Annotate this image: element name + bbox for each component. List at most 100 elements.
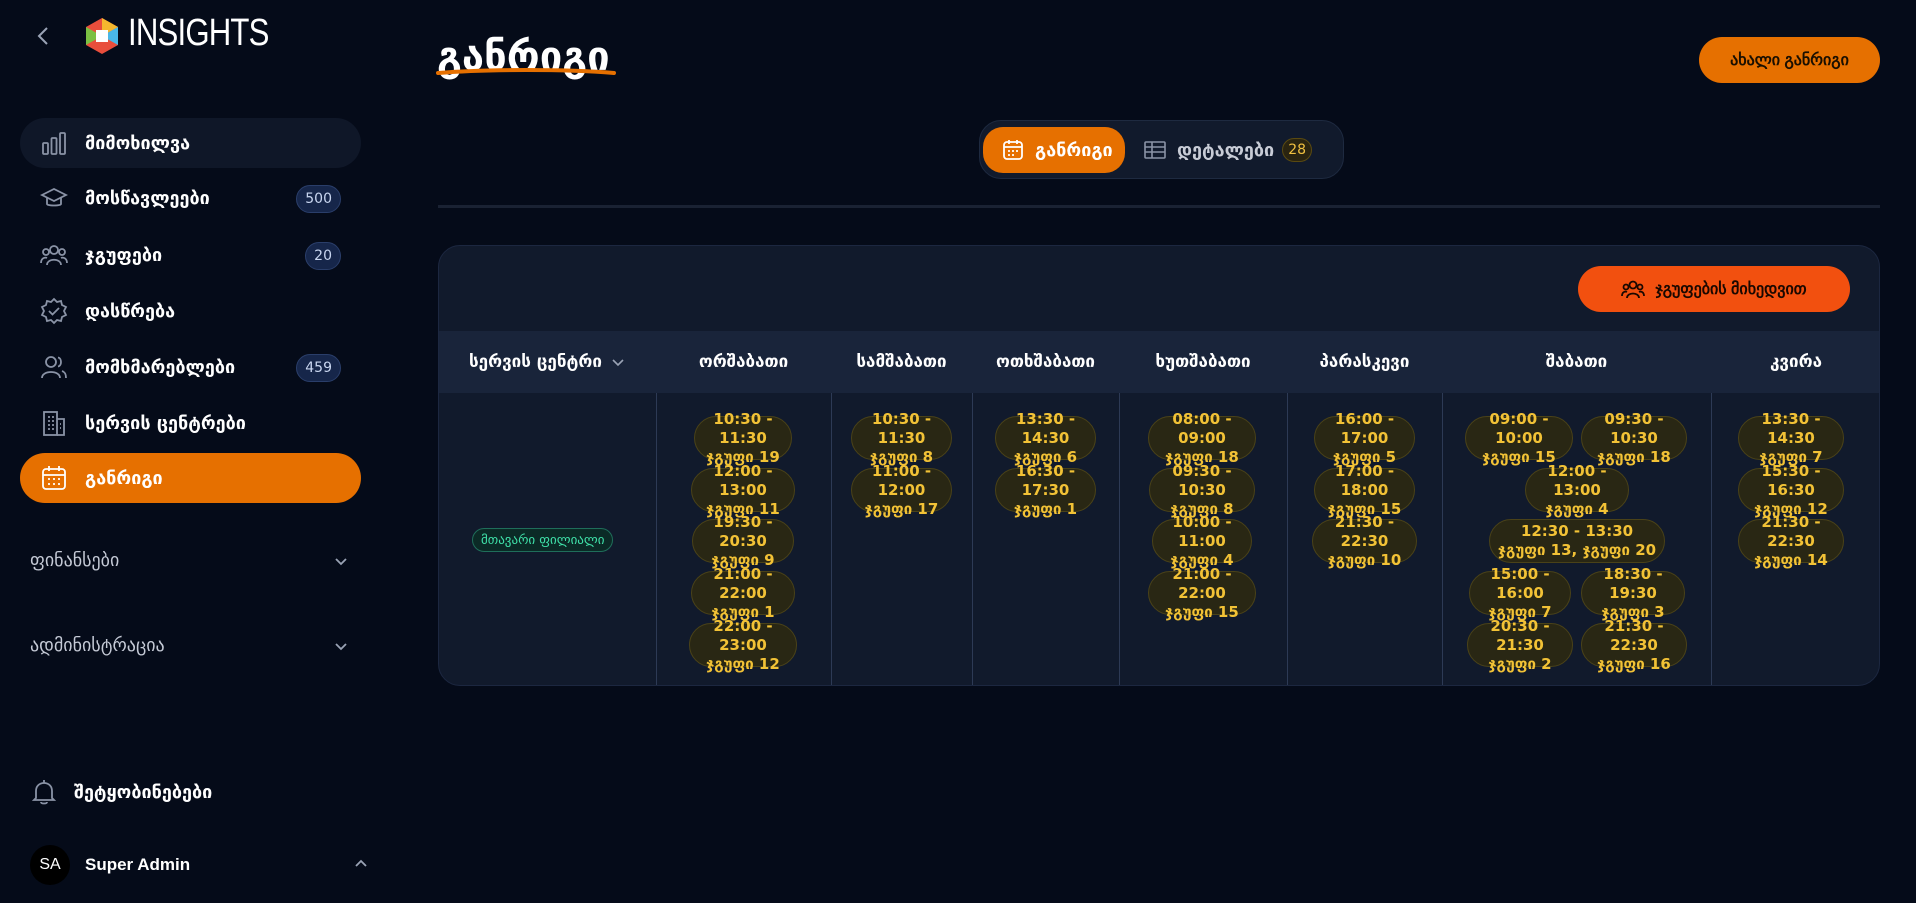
slot-group: ჯგუფი 1: [1013, 499, 1078, 518]
schedule-slot[interactable]: 16:00 - 17:00 ჯგუფი 5: [1314, 410, 1415, 466]
sidebar-item-service-centers[interactable]: სერვის ცენტრები: [20, 398, 361, 448]
schedule-slot[interactable]: 11:00 - 12:00 ჯგუფი 17: [851, 462, 952, 518]
count-badge: 500: [296, 185, 341, 213]
sidebar-item-overview[interactable]: მიმოხილვა: [20, 118, 361, 168]
slot-time: 21:30 - 22:30: [1334, 512, 1395, 550]
tab-details[interactable]: დეტალები 28: [1143, 127, 1333, 173]
sidebar-item-attendance[interactable]: დასწრება: [20, 286, 361, 336]
tab-label: განრიგი: [1035, 139, 1113, 161]
chevron-down-icon: [332, 552, 350, 570]
schedule-slot[interactable]: 21:30 - 22:30 ჯგუფი 10: [1312, 513, 1417, 569]
schedule-slot[interactable]: 08:00 - 09:00 ჯგუფი 18: [1148, 410, 1256, 466]
schedule-slot[interactable]: 10:00 - 11:00 ჯგუფი 4: [1152, 513, 1252, 569]
slot-time: 10:30 - 11:30: [713, 409, 773, 447]
slot-group: ჯგუფი 17: [864, 499, 939, 518]
schedule-slot[interactable]: 12:00 - 13:00 ჯგუფი 11: [691, 462, 795, 518]
sidebar-item-schedule[interactable]: განრიგი: [20, 453, 361, 503]
schedule-slot[interactable]: 18:30 - 19:30 ჯგუფი 3: [1581, 565, 1685, 621]
schedule-slot[interactable]: 13:30 - 14:30 ჯგუფი 6: [995, 410, 1096, 466]
day-header: ოთხშაბათი: [995, 352, 1096, 372]
section-administration[interactable]: ადმინისტრაცია: [30, 635, 350, 656]
schedule-slot[interactable]: 13:30 - 14:30 ჯგუფი 7: [1738, 410, 1844, 466]
slot-time: 17:00 - 18:00: [1334, 461, 1395, 499]
group-by-button[interactable]: ჯგუფების მიხედვით: [1578, 266, 1850, 312]
schedule-slot[interactable]: 15:30 - 16:30 ჯგუფი 12: [1738, 462, 1844, 518]
sidebar-item-groups[interactable]: ჯგუფები 20: [20, 230, 361, 280]
new-schedule-button[interactable]: ახალი განრიგი: [1699, 37, 1880, 83]
slot-time: 22:00 - 23:00: [713, 616, 773, 654]
day-header: პარასკევი: [1319, 352, 1410, 372]
slot-time: 11:00 - 12:00: [871, 461, 932, 499]
schedule-slot[interactable]: 09:30 - 10:30 ჯგუფი 8: [1149, 462, 1255, 518]
schedule-card: ჯგუფების მიხედვით სერვის ცენტრი ორშაბათი…: [438, 245, 1880, 686]
schedule-slot[interactable]: 21:30 - 22:30 ჯგუფი 16: [1581, 617, 1687, 673]
schedule-slot[interactable]: 10:30 - 11:30 ჯგუფი 8: [851, 410, 952, 466]
slot-time: 16:30 - 17:30: [1015, 461, 1076, 499]
slot-time: 08:00 - 09:00: [1172, 409, 1232, 447]
sidebar-item-label: მიმოხილვა: [85, 132, 191, 154]
notifications-link[interactable]: შეტყობინებები: [30, 778, 212, 806]
slot-time: 10:30 - 11:30: [871, 409, 932, 447]
service-center-column-header[interactable]: სერვის ცენტრი: [439, 331, 656, 393]
schedule-slot[interactable]: 09:00 - 10:00 ჯგუფი 15: [1465, 410, 1573, 466]
day-header: ორშაბათი: [698, 352, 789, 372]
brand-name: INSIGHTS: [128, 12, 269, 54]
schedule-slot[interactable]: 12:30 - 13:30 ჯგუფი 13, ჯგუფი 20: [1489, 519, 1665, 563]
slot-time: 20:30 - 21:30: [1490, 616, 1550, 654]
group-by-label: ჯგუფების მიხედვით: [1655, 281, 1807, 298]
column-divider: [1711, 393, 1712, 685]
day-header: სამშაბათი: [856, 352, 947, 372]
slot-time: 21:00 - 22:00: [1172, 564, 1232, 602]
notifications-label: შეტყობინებები: [74, 781, 213, 803]
slot-time: 10:00 - 11:00: [1172, 512, 1232, 550]
slot-time: 09:00 - 10:00: [1489, 409, 1549, 447]
view-toggle: განრიგი დეტალები 28: [979, 120, 1344, 179]
sidebar-item-users[interactable]: მომხმარებლები 459: [20, 342, 361, 392]
column-divider: [972, 393, 973, 685]
column-divider: [831, 393, 832, 685]
sidebar-item-students[interactable]: მოსწავლეები 500: [20, 173, 361, 223]
slot-time: 21:30 - 22:30: [1761, 512, 1821, 550]
schedule-slot[interactable]: 22:00 - 23:00 ჯგუფი 12: [689, 617, 797, 673]
schedule-slot[interactable]: 21:00 - 22:00 ჯგუფი 15: [1148, 565, 1256, 621]
section-finances[interactable]: ფინანსები: [30, 550, 350, 571]
slot-time: 15:00 - 16:00: [1490, 564, 1550, 602]
slot-time: 13:30 - 14:30: [1015, 409, 1076, 447]
sidebar-item-label: განრიგი: [85, 467, 163, 489]
user-menu[interactable]: SA Super Admin: [30, 845, 370, 885]
sidebar-item-label: დასწრება: [85, 300, 176, 322]
column-divider: [656, 393, 657, 685]
schedule-slot[interactable]: 16:30 - 17:30 ჯგუფი 1: [995, 462, 1096, 518]
title-underline: [436, 68, 616, 75]
graduation-cap-icon: [40, 184, 68, 212]
sidebar: INSIGHTS მიმოხილვა მოსწავლეები 500 ჯგუფე…: [0, 0, 380, 903]
schedule-slot[interactable]: 20:30 - 21:30 ჯგუფი 2: [1467, 617, 1573, 673]
groups-icon: [40, 241, 68, 269]
bell-icon: [30, 778, 58, 806]
schedule-slot[interactable]: 10:30 - 11:30 ჯგუფი 19: [694, 410, 792, 466]
schedule-slot[interactable]: 19:30 - 20:30 ჯგუფი 9: [692, 513, 794, 569]
chevron-down-icon: [610, 354, 626, 370]
sidebar-item-label: ჯგუფები: [85, 244, 163, 266]
schedule-slot[interactable]: 09:30 - 10:30 ჯგუფი 18: [1581, 410, 1687, 466]
schedule-slot[interactable]: 21:30 - 22:30 ჯგუფი 14: [1738, 513, 1844, 569]
schedule-slot[interactable]: 17:00 - 18:00 ჯგუფი 15: [1314, 462, 1415, 518]
count-badge: 20: [305, 242, 341, 270]
divider: [438, 205, 1880, 208]
schedule-slot[interactable]: 12:00 - 13:00 ჯგუფი 4: [1525, 462, 1629, 518]
schedule-slot[interactable]: 15:00 - 16:00 ჯგუფი 7: [1469, 565, 1571, 621]
column-divider: [1119, 393, 1120, 685]
back-chevron-icon[interactable]: [32, 24, 56, 48]
groups-icon: [1621, 277, 1646, 301]
slot-time: 16:00 - 17:00: [1334, 409, 1395, 447]
check-badge-icon: [40, 297, 68, 325]
count-badge: 28: [1282, 138, 1313, 162]
schedule-slot[interactable]: 21:00 - 22:00 ჯგუფი 1: [691, 565, 795, 621]
slot-group: ჯგუფი 14: [1754, 550, 1828, 569]
calendar-icon: [1001, 138, 1025, 162]
slot-time: 21:30 - 22:30: [1604, 616, 1664, 654]
column-header-label: სერვის ცენტრი: [469, 352, 602, 372]
column-divider: [1442, 393, 1443, 685]
insights-logo-icon: [82, 16, 122, 56]
tab-schedule[interactable]: განრიგი: [983, 127, 1125, 173]
